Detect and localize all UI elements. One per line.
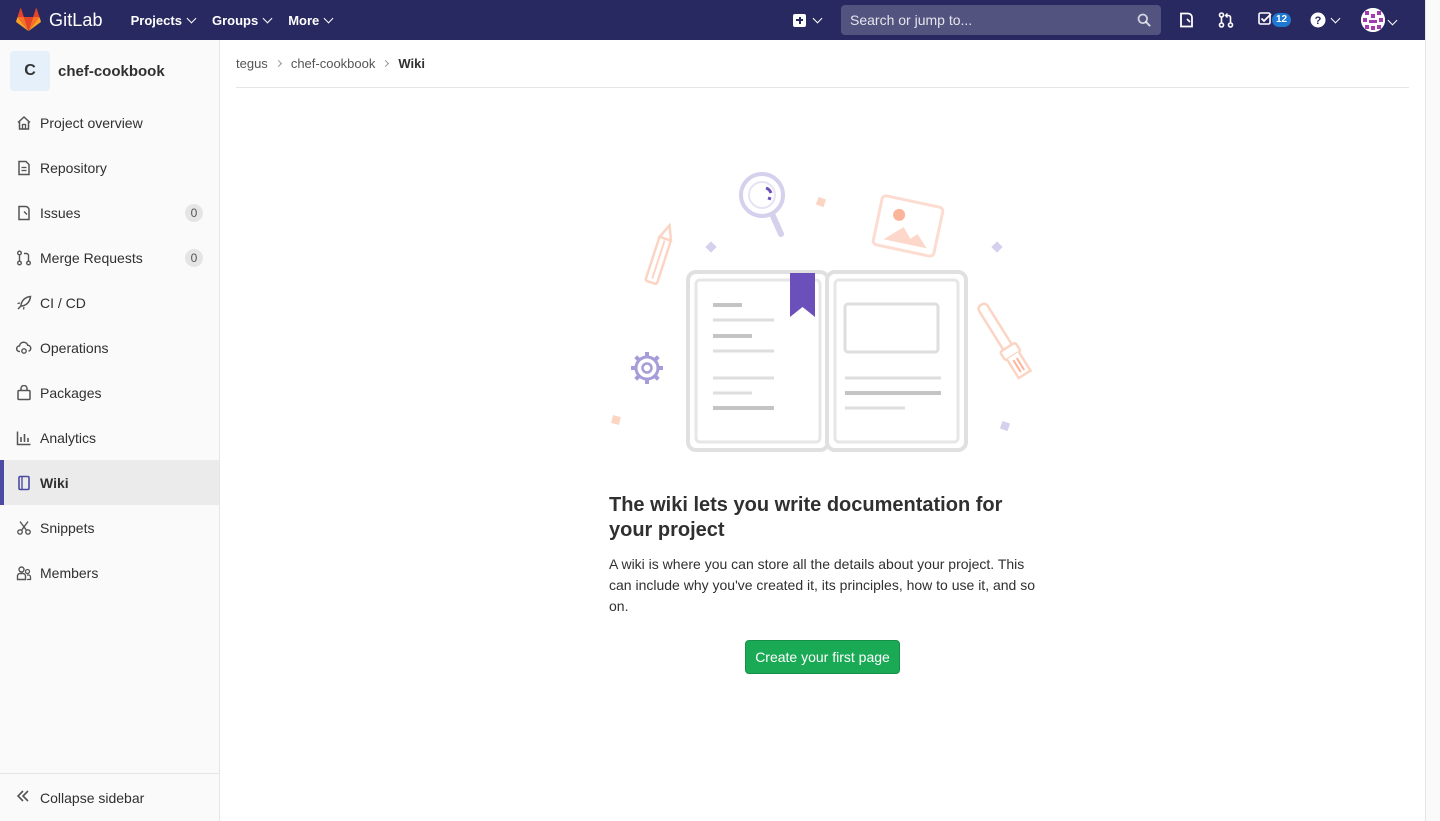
- breadcrumb-link-project[interactable]: chef-cookbook: [291, 56, 376, 71]
- chevron-down-icon[interactable]: [1387, 15, 1398, 26]
- users-icon: [16, 565, 32, 581]
- chevron-down-icon: [186, 13, 197, 23]
- sidebar-item-merge-requests[interactable]: Merge Requests 0: [0, 235, 219, 280]
- chart-icon: [16, 430, 32, 446]
- pencil-icon: [644, 222, 673, 286]
- sidebar-item-label: Wiki: [40, 474, 69, 491]
- sidebar-item-label: Merge Requests: [40, 249, 143, 266]
- sparkle-icon: [611, 415, 621, 425]
- plus-square-icon: [793, 13, 806, 27]
- sidebar-item-project-overview[interactable]: Project overview: [0, 100, 219, 145]
- breadcrumb: tegus chef-cookbook Wiki: [236, 40, 1409, 88]
- project-header-link[interactable]: C chef-cookbook: [10, 51, 165, 91]
- sidebar-item-analytics[interactable]: Analytics: [0, 415, 219, 460]
- chevron-down-icon: [323, 13, 334, 23]
- identicon-avatar-icon: [1361, 8, 1385, 32]
- double-chevron-left-icon: [16, 789, 30, 806]
- project-avatar: C: [10, 51, 50, 91]
- doc-icon: [16, 160, 32, 176]
- rocket-icon: [16, 295, 32, 311]
- sidebar-item-packages[interactable]: Packages: [0, 370, 219, 415]
- sidebar-item-repository[interactable]: Repository: [0, 145, 219, 190]
- package-icon: [16, 384, 32, 401]
- sidebar-item-ci-cd[interactable]: CI / CD: [0, 280, 219, 325]
- breadcrumb-link-namespace[interactable]: tegus: [236, 56, 268, 71]
- sidebar-item-wiki[interactable]: Wiki: [0, 460, 219, 505]
- magnifier-icon: [739, 172, 785, 237]
- open-book-icon: [686, 270, 968, 452]
- sidebar-item-issues[interactable]: Issues 0: [0, 190, 219, 235]
- breadcrumb-current[interactable]: Wiki: [398, 56, 425, 71]
- sidebar-item-label: Packages: [40, 384, 102, 401]
- nav-more-dropdown[interactable]: More: [280, 0, 341, 40]
- issues-icon: [16, 205, 32, 221]
- question-circle-icon: ?: [1310, 12, 1326, 28]
- scissors-icon: [16, 520, 32, 536]
- issues-icon[interactable]: [1179, 12, 1194, 28]
- empty-state-description: A wiki is where you can store all the de…: [609, 556, 1036, 614]
- collapse-sidebar-button[interactable]: Collapse sidebar: [0, 773, 219, 821]
- chevron-right-icon: [382, 59, 390, 68]
- nav-projects-dropdown[interactable]: Projects: [123, 0, 204, 40]
- nav-groups-dropdown[interactable]: Groups: [204, 0, 280, 40]
- wiki-empty-state-illustration: [611, 172, 1033, 452]
- page-scrollbar[interactable]: [1425, 0, 1440, 821]
- home-icon: [16, 115, 32, 131]
- gear-icon: [631, 352, 663, 384]
- chevron-down-icon: [812, 13, 823, 23]
- picture-frame-icon: [871, 194, 945, 258]
- nav-more-label: More: [288, 12, 320, 28]
- brand-name: GitLab: [49, 9, 103, 30]
- gitlab-logo-icon: [16, 8, 41, 32]
- sidebar-item-label: CI / CD: [40, 294, 86, 311]
- empty-state-title: The wiki lets you write documentation fo…: [609, 494, 1003, 541]
- user-avatar[interactable]: [1361, 8, 1385, 32]
- todo-check-icon[interactable]: [1258, 12, 1272, 26]
- merge-request-icon: [16, 250, 32, 266]
- search-input[interactable]: Search or jump to...: [841, 5, 1161, 35]
- top-navbar: GitLab Projects Groups More Search or ju…: [0, 0, 1425, 40]
- sidebar-item-label: Analytics: [40, 429, 97, 446]
- sidebar-item-operations[interactable]: Operations: [0, 325, 219, 370]
- nav-groups-label: Groups: [211, 12, 259, 28]
- sidebar-item-label: Project overview: [40, 114, 143, 131]
- collapse-sidebar-label: Collapse sidebar: [40, 789, 145, 806]
- sidebar-item-label: Members: [40, 564, 99, 581]
- gitlab-home-link[interactable]: GitLab: [16, 0, 103, 40]
- search-icon: [1137, 13, 1151, 27]
- sparkle-icon: [705, 241, 717, 253]
- sidebar-item-label: Snippets: [40, 519, 95, 536]
- sidebar-item-label: Issues: [40, 204, 81, 221]
- merge-requests-count-badge: 0: [185, 249, 203, 267]
- merge-request-icon[interactable]: [1218, 12, 1234, 28]
- sidebar-item-snippets[interactable]: Snippets: [0, 505, 219, 550]
- todo-count-badge: 12: [1272, 13, 1292, 27]
- project-name: chef-cookbook: [58, 62, 165, 80]
- svg-text:?: ?: [1315, 15, 1322, 27]
- nav-projects-label: Projects: [130, 12, 182, 28]
- sparkle-icon: [815, 196, 827, 208]
- sidebar-item-label: Repository: [40, 159, 107, 176]
- chevron-down-icon: [1330, 13, 1341, 23]
- chevron-right-icon: [274, 59, 282, 68]
- sidebar-item-members[interactable]: Members: [0, 550, 219, 595]
- cloud-gear-icon: [16, 340, 32, 356]
- issues-count-badge: 0: [185, 204, 203, 222]
- book-icon: [16, 475, 32, 491]
- project-sidebar: C chef-cookbook Project overview Reposit…: [0, 40, 220, 821]
- chevron-down-icon: [262, 13, 273, 23]
- search-placeholder: Search or jump to...: [850, 12, 973, 28]
- create-first-page-button[interactable]: Create your first page: [745, 640, 900, 674]
- help-dropdown[interactable]: ?: [1310, 12, 1341, 28]
- sidebar-item-label: Operations: [40, 339, 109, 356]
- new-item-dropdown[interactable]: [793, 0, 823, 40]
- sparkle-icon: [999, 420, 1011, 432]
- brush-icon: [977, 302, 1033, 380]
- sparkle-icon: [991, 241, 1003, 253]
